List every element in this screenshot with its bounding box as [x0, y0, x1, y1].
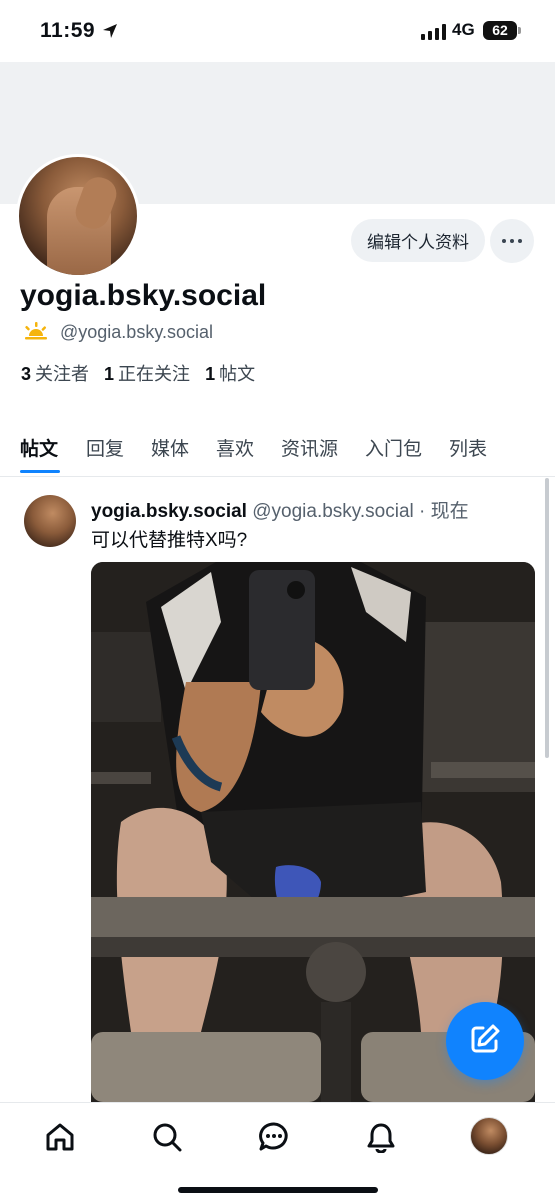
profile-display-name: yogia.bsky.social	[20, 279, 267, 312]
profile-handle-row: @yogia.bsky.social	[22, 320, 213, 345]
tab-media[interactable]: 媒体	[151, 434, 189, 461]
ellipsis-dot	[510, 239, 514, 243]
bell-icon	[365, 1121, 397, 1158]
nav-search[interactable]	[149, 1121, 185, 1157]
profile-stats: 3 关注者 1 正在关注 1 帖文	[21, 360, 265, 386]
network-type: 4G	[452, 20, 475, 39]
following-count: 1	[104, 364, 115, 384]
post-text: 可以代替推特X吗?	[91, 530, 248, 551]
chat-icon	[258, 1121, 290, 1158]
post-time: · 现在	[419, 501, 469, 522]
tab-replies[interactable]: 回复	[86, 434, 124, 461]
posts-label: 帖文	[219, 364, 256, 384]
tab-likes[interactable]: 喜欢	[216, 434, 254, 461]
tab-posts[interactable]: 帖文	[20, 434, 58, 461]
following-stat[interactable]: 1 正在关注	[104, 364, 190, 384]
ellipsis-dot	[518, 239, 522, 243]
status-time: 11:59	[40, 19, 96, 42]
followers-label: 关注者	[35, 364, 90, 384]
nav-notifications[interactable]	[363, 1121, 399, 1157]
post-header: yogia.bsky.social @yogia.bsky.social · 现…	[91, 496, 469, 523]
nav-profile-avatar[interactable]	[470, 1117, 508, 1155]
compose-button[interactable]	[446, 1002, 524, 1080]
signal-bars-icon	[421, 24, 447, 45]
more-options-button[interactable]	[490, 219, 534, 263]
battery-indicator: 62	[483, 21, 521, 40]
post-author-name[interactable]: yogia.bsky.social	[91, 501, 247, 522]
post-author-handle: @yogia.bsky.social	[252, 501, 414, 522]
following-label: 正在关注	[118, 364, 191, 384]
tab-lists[interactable]: 列表	[449, 434, 487, 461]
compose-icon	[468, 1022, 502, 1061]
active-tab-indicator	[20, 470, 60, 473]
profile-handle: @yogia.bsky.social	[60, 322, 213, 342]
scrollbar[interactable]	[545, 478, 549, 758]
location-arrow-icon	[101, 22, 119, 45]
profile-tabs: 帖文 回复 媒体 喜欢 资讯源 入门包 列表	[0, 426, 555, 477]
bottom-navigation	[0, 1102, 555, 1201]
ellipsis-icon	[502, 239, 506, 243]
posts-count: 1	[205, 364, 216, 384]
nav-home[interactable]	[42, 1121, 78, 1157]
home-icon	[44, 1121, 76, 1158]
status-bar: 11:59 4G 62	[0, 0, 555, 62]
home-indicator	[178, 1187, 378, 1193]
followers-stat[interactable]: 3 关注者	[21, 364, 89, 384]
sunrise-icon	[22, 320, 50, 345]
edit-profile-button[interactable]: 编辑个人资料	[351, 219, 485, 262]
followers-count: 3	[21, 364, 32, 384]
profile-avatar[interactable]	[16, 154, 140, 278]
tab-feeds[interactable]: 资讯源	[281, 434, 338, 461]
nav-chat[interactable]	[256, 1121, 292, 1157]
tab-starter-packs[interactable]: 入门包	[365, 434, 422, 461]
search-icon	[151, 1121, 183, 1158]
post-author-avatar[interactable]	[24, 495, 76, 547]
posts-stat: 1 帖文	[205, 364, 255, 384]
